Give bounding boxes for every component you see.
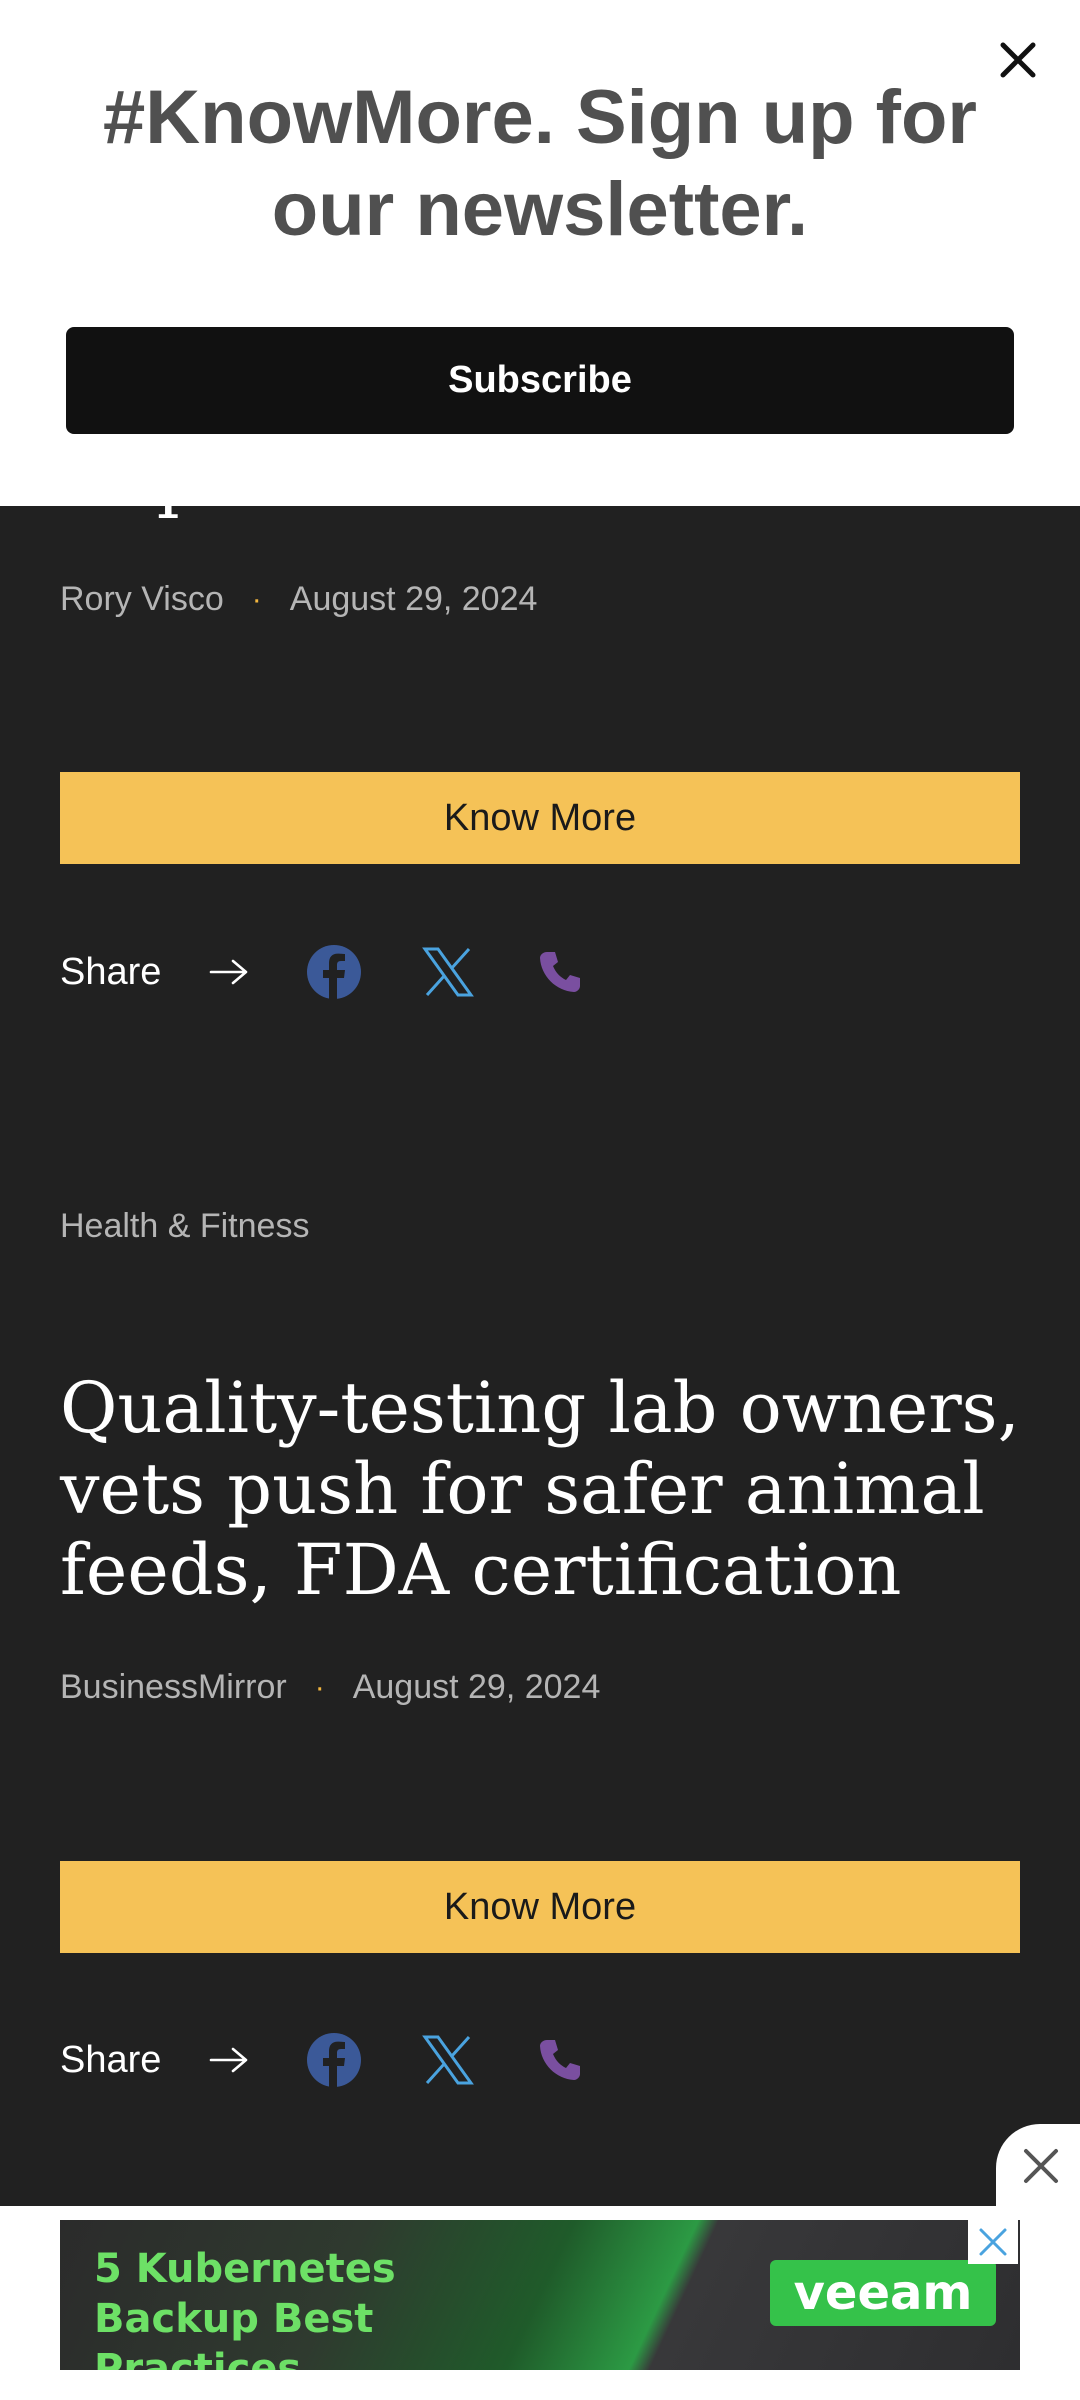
- share-x-button[interactable]: [419, 943, 477, 1001]
- arrow-right-icon: [210, 2047, 248, 2073]
- share-phone-button[interactable]: [531, 943, 589, 1001]
- ad-container: 5 Kubernetes Backup Best Practices veeam: [0, 2206, 1080, 2400]
- ad-close-button[interactable]: [968, 2220, 1018, 2264]
- article-meta: BusinessMirror · August 29, 2024: [60, 1668, 600, 1707]
- share-x-button[interactable]: [419, 2031, 477, 2089]
- know-more-button[interactable]: Know More: [60, 1861, 1020, 1953]
- share-row: Share: [60, 2025, 589, 2095]
- article-author[interactable]: BusinessMirror: [60, 1668, 287, 1707]
- facebook-icon: [307, 2033, 362, 2088]
- subscribe-button[interactable]: Subscribe: [66, 327, 1014, 434]
- ad-dismiss-button[interactable]: [996, 2124, 1080, 2208]
- article-title[interactable]: Quality-testing lab owners, vets push fo…: [60, 1368, 1020, 1611]
- arrow-right-icon: [210, 959, 248, 985]
- ad-headline: 5 Kubernetes Backup Best Practices: [94, 2246, 396, 2370]
- phone-icon: [540, 952, 581, 992]
- meta-separator: ·: [314, 1670, 325, 1704]
- phone-icon: [540, 2040, 581, 2080]
- article-date: August 29, 2024: [289, 580, 538, 618]
- close-icon: [1024, 2149, 1058, 2183]
- newsletter-popup: #KnowMore. Sign up for our newsletter. S…: [0, 0, 1080, 506]
- facebook-icon: [307, 945, 362, 1000]
- ad-brand-logo: veeam: [770, 2260, 996, 2326]
- ad-banner[interactable]: 5 Kubernetes Backup Best Practices veeam: [60, 2220, 1020, 2370]
- share-phone-button[interactable]: [531, 2031, 589, 2089]
- share-label: Share: [60, 950, 162, 993]
- share-facebook-button[interactable]: [305, 2031, 363, 2089]
- meta-separator: ·: [251, 582, 262, 616]
- share-row: Share: [60, 937, 589, 1007]
- share-facebook-button[interactable]: [305, 943, 363, 1001]
- article-author[interactable]: Rory Visco: [60, 580, 224, 619]
- newsletter-title: #KnowMore. Sign up for our newsletter.: [103, 75, 977, 252]
- article-date: August 29, 2024: [352, 1668, 601, 1706]
- x-icon: [422, 2035, 475, 2085]
- article-category[interactable]: Health & Fitness: [60, 1207, 309, 1246]
- know-more-button[interactable]: Know More: [60, 772, 1020, 864]
- x-icon: [422, 947, 475, 997]
- share-label: Share: [60, 2038, 162, 2081]
- article-meta: Rory Visco · August 29, 2024: [60, 580, 537, 619]
- close-icon: [979, 2228, 1007, 2256]
